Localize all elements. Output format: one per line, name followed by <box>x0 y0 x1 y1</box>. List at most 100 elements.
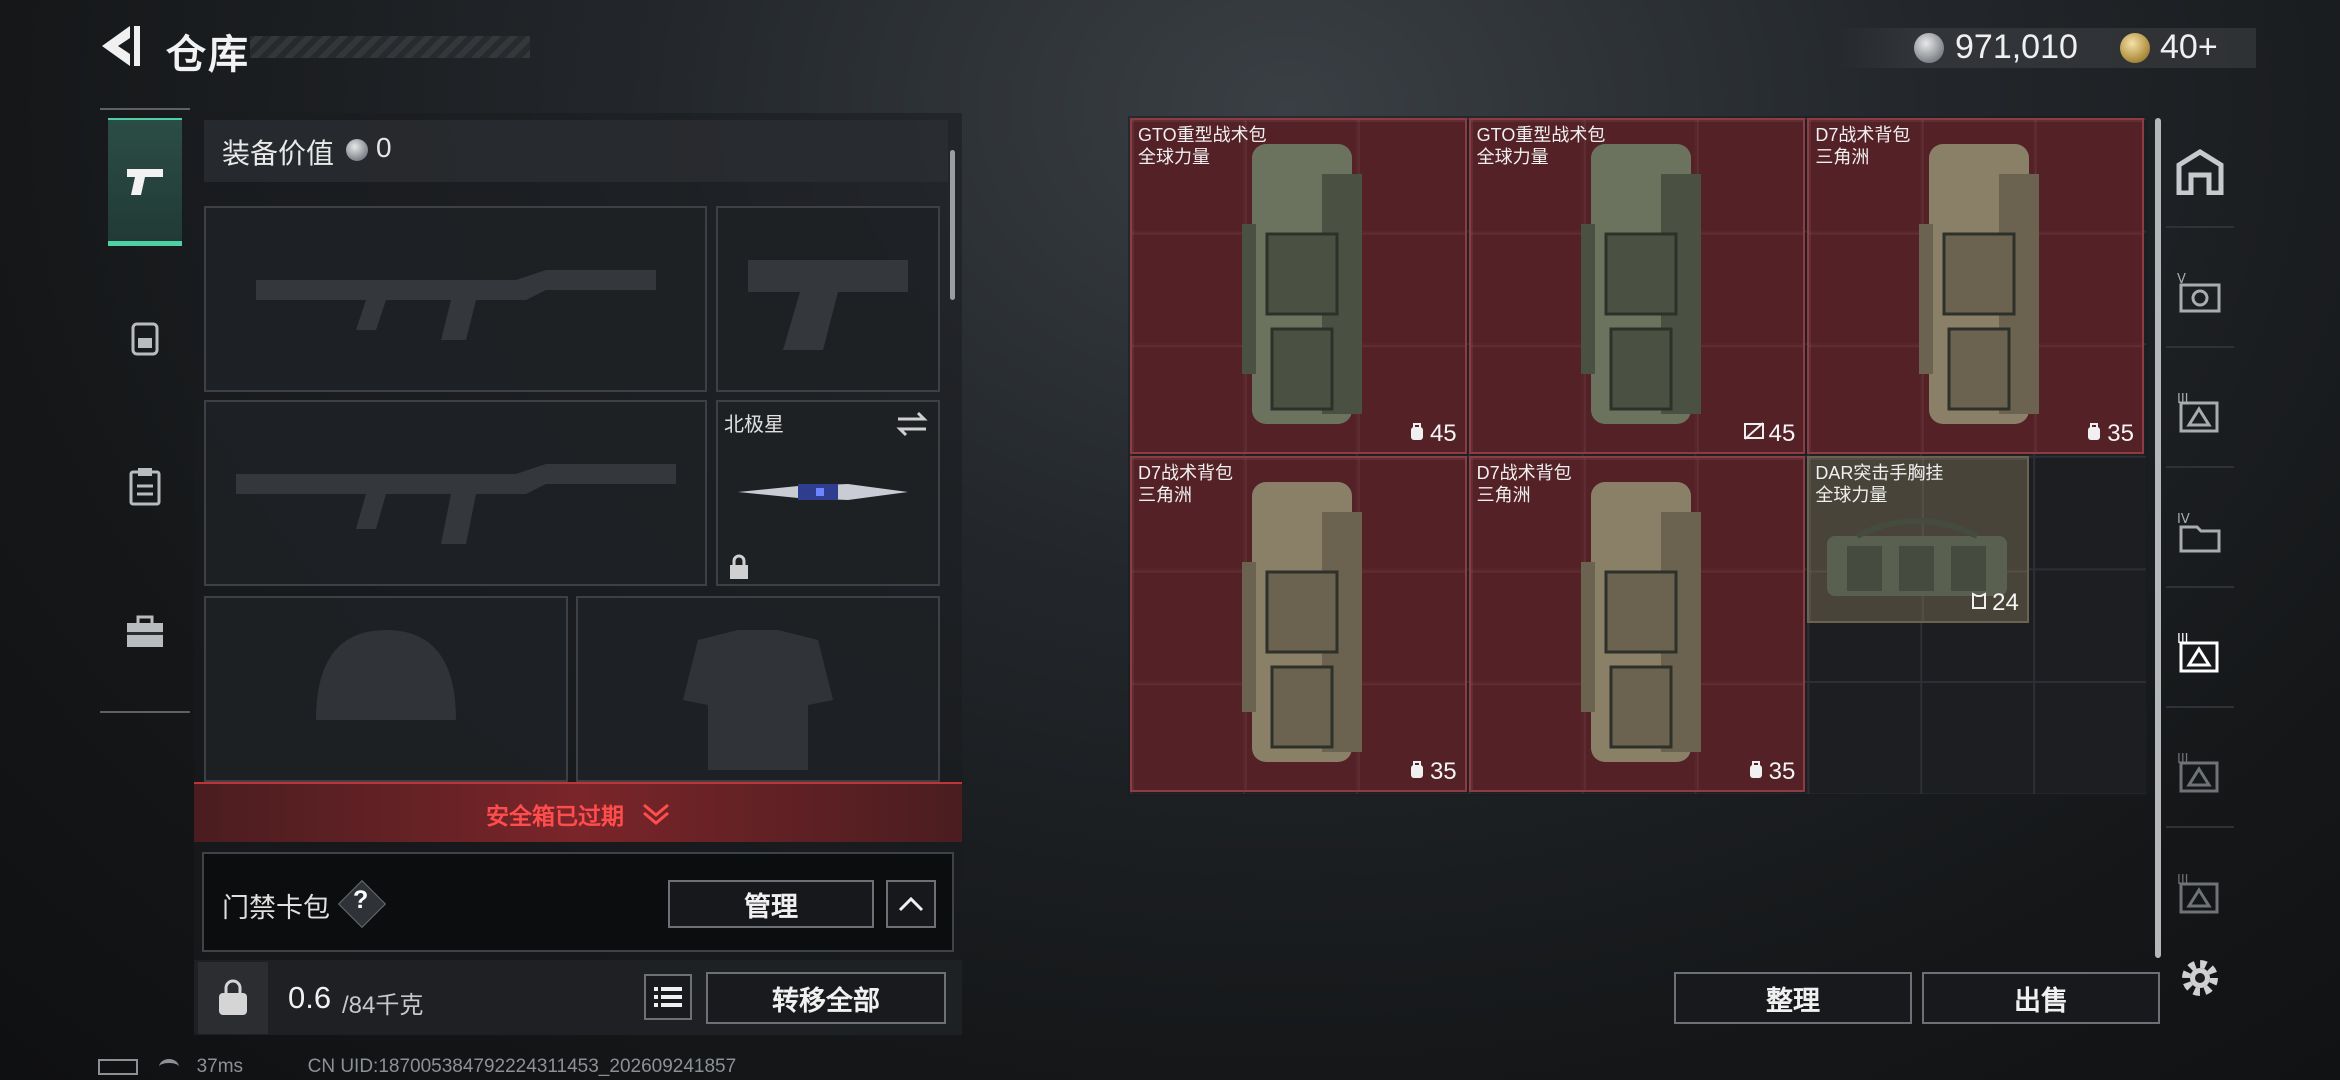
bag-capacity-icon <box>1408 420 1426 448</box>
rifle-silhouette-icon <box>256 270 656 340</box>
item-capacity: 35 <box>1747 758 1796 786</box>
ping: 37ms <box>196 1056 244 1077</box>
nav-item-clipboard[interactable] <box>108 422 182 550</box>
warehouse-item[interactable]: DAR突击手胸挂 全球力量 24 <box>1807 456 2029 623</box>
equipment-value-label: 装备价值 <box>222 138 335 169</box>
secondary-weapon-slot[interactable] <box>204 400 707 586</box>
gold-currency-value[interactable]: 40+ <box>2160 28 2218 67</box>
collapse-button[interactable] <box>886 880 936 928</box>
pistol-icon <box>127 168 163 195</box>
vest-capacity-icon <box>1970 589 1988 617</box>
tab-main-stash[interactable] <box>2166 118 2234 228</box>
weight-current: 0.6 <box>288 980 332 1015</box>
bag-capacity-icon <box>1408 758 1426 786</box>
item-title: GTO重型战术包 <box>1476 125 1606 145</box>
backpack-image <box>1222 472 1372 777</box>
lock-icon <box>730 554 748 579</box>
item-title: GTO重型战术包 <box>1138 125 1267 145</box>
left-category-nav <box>100 108 190 713</box>
silver-coin-icon <box>346 139 368 161</box>
svg-text:III: III <box>2177 632 2189 647</box>
knife-icon <box>738 484 908 500</box>
battery-icon <box>98 1058 138 1075</box>
silver-currency-value: 971,010 <box>1955 28 2078 66</box>
helmet-slot[interactable] <box>204 596 568 782</box>
helmet-silhouette-icon <box>316 630 456 720</box>
item-capacity: 45 <box>1408 420 1457 448</box>
item-capacity: 35 <box>1408 758 1457 786</box>
item-capacity-value: 24 <box>1992 589 2019 616</box>
armor-slot[interactable] <box>576 596 940 782</box>
melee-slot[interactable]: 北极星 <box>716 400 940 586</box>
equipment-scrollbar[interactable] <box>950 150 955 300</box>
item-capacity-value: 35 <box>2107 420 2134 447</box>
item-capacity-value: 35 <box>1429 758 1457 785</box>
item-faction: 三角洲 <box>1476 485 1531 505</box>
nav-item-toolbox[interactable] <box>108 568 182 696</box>
safebox-status: 安全箱已过期 <box>486 803 624 829</box>
item-faction: 三角洲 <box>1138 485 1192 505</box>
card-pack-label: 门禁卡包 <box>222 893 330 923</box>
armor-silhouette-icon <box>683 630 833 770</box>
backpack-image <box>1561 134 1711 439</box>
warehouse-scrollbar[interactable] <box>2155 118 2161 958</box>
item-name: GTO重型战术包 全球力量 <box>1477 124 1606 168</box>
tab-stash-iii-d[interactable]: III <box>2166 838 2234 948</box>
warehouse-item[interactable]: D7战术背包 三角洲 35 <box>1807 118 2144 454</box>
chevron-down-icon <box>643 803 669 825</box>
warehouse-tabs: V III IV III III III <box>2166 118 2234 978</box>
gold-coin-icon <box>2120 33 2150 63</box>
item-faction: 全球力量 <box>1476 147 1549 167</box>
list-icon <box>654 987 682 1007</box>
stash-tier-iii-icon: III <box>2177 632 2219 673</box>
item-capacity-value: 45 <box>1768 420 1796 447</box>
item-title: D7战术背包 <box>1476 463 1572 483</box>
tab-stash-v[interactable]: V <box>2166 238 2234 348</box>
rifle-silhouette-icon <box>236 464 676 544</box>
swap-icon[interactable] <box>894 410 930 438</box>
nav-item-backpack[interactable] <box>108 274 182 402</box>
svg-text:III: III <box>2177 392 2189 407</box>
manage-button[interactable]: 管理 <box>668 880 874 928</box>
toolbox-icon <box>127 615 163 647</box>
tab-stash-iii-a[interactable]: III <box>2166 358 2234 468</box>
sell-button[interactable]: 出售 <box>1922 972 2160 1024</box>
item-name: DAR突击手胸挂 全球力量 <box>1815 462 1943 506</box>
list-view-button[interactable] <box>644 974 692 1020</box>
back-button[interactable] <box>96 22 144 70</box>
back-arrow-icon <box>102 26 140 66</box>
svg-text:III: III <box>2177 873 2189 888</box>
equipment-value: 0 <box>376 132 392 163</box>
item-capacity-value: 35 <box>1768 758 1796 785</box>
settings-gear-icon[interactable] <box>2176 954 2224 1002</box>
sort-button[interactable]: 整理 <box>1674 972 1912 1024</box>
tab-stash-iii-b[interactable]: III <box>2166 598 2234 708</box>
weight-max: /84千克 <box>342 992 424 1019</box>
warehouse-item[interactable]: D7战术背包 三角洲 35 <box>1468 456 1806 792</box>
stash-tier-iii-icon: III <box>2177 752 2219 793</box>
stash-icon <box>2176 149 2224 195</box>
pistol-silhouette-icon <box>748 260 908 350</box>
tab-stash-iii-c[interactable]: III <box>2166 718 2234 828</box>
backpack-icon <box>131 322 159 356</box>
item-faction: 全球力量 <box>1138 147 1210 167</box>
transfer-all-button[interactable]: 转移全部 <box>706 972 946 1024</box>
backpack-image <box>1899 134 2049 439</box>
item-name: D7战术背包 三角洲 <box>1138 462 1233 506</box>
help-mark: ? <box>353 886 369 914</box>
warehouse-item[interactable]: GTO重型战术包 全球力量 45 <box>1468 118 1806 454</box>
page-title: 仓库 <box>166 33 250 77</box>
title-decoration <box>250 36 530 58</box>
primary-weapon-slot[interactable] <box>204 206 707 392</box>
item-capacity-value: 45 <box>1429 420 1457 447</box>
wifi-icon <box>159 1058 180 1075</box>
item-title: D7战术背包 <box>1138 463 1234 483</box>
sidearm-slot[interactable] <box>716 206 940 392</box>
warehouse-item[interactable]: D7战术背包 三角洲 35 <box>1130 456 1467 792</box>
tab-stash-iv[interactable]: IV <box>2166 478 2234 588</box>
item-name: D7战术背包 三角洲 <box>1477 462 1572 506</box>
clipboard-icon <box>129 468 161 506</box>
warehouse-item[interactable]: GTO重型战术包 全球力量 45 <box>1130 118 1467 454</box>
bag-capacity-icon <box>2085 420 2103 448</box>
nav-item-weapon[interactable] <box>108 118 182 246</box>
